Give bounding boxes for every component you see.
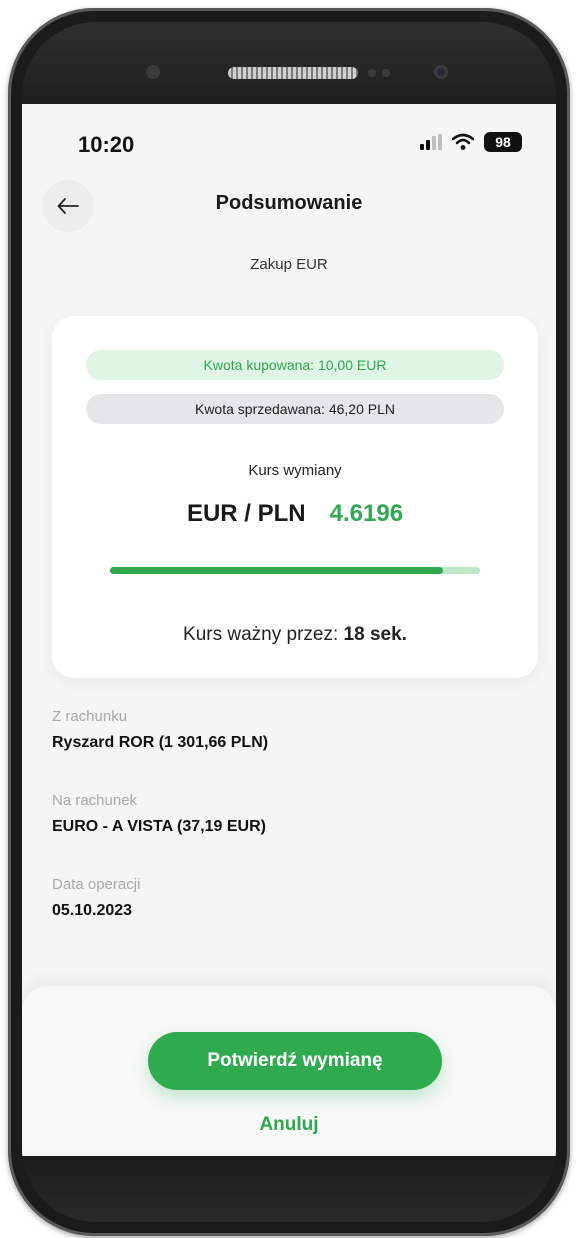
page-subtitle: Zakup EUR [250, 256, 328, 273]
earpiece-speaker [228, 67, 358, 79]
front-sensor [146, 65, 160, 79]
rate-timer-progress [110, 567, 480, 574]
exchange-rate-value: 4.6196 [329, 500, 404, 527]
sell-amount-badge: Kwota sprzedawana: 46,20 PLN [86, 394, 504, 424]
top-bezel [22, 22, 556, 104]
rate-label: Kurs wymiany [248, 462, 342, 479]
page-title: Podsumowanie [215, 192, 363, 214]
phone-body: 10:20 98 Podsumowanie Zakup EUR Kwota ku… [22, 22, 556, 1222]
confirm-exchange-button[interactable]: Potwierdź wymianę [148, 1032, 442, 1090]
cancel-link[interactable]: Anuluj [22, 1114, 556, 1136]
app-screen: 10:20 98 Podsumowanie Zakup EUR Kwota ku… [22, 104, 556, 1156]
validity-countdown: 18 sek. [343, 624, 407, 645]
operation-date-label: Data operacji [52, 876, 141, 893]
currency-pair: EUR / PLN [186, 500, 306, 527]
signal-icon [420, 134, 442, 150]
wifi-icon [452, 133, 474, 150]
rate-validity: Kurs ważny przez: 18 sek. [52, 624, 538, 646]
phone-frame: 10:20 98 Podsumowanie Zakup EUR Kwota ku… [8, 8, 570, 1236]
front-camera [434, 65, 448, 79]
ambient-sensor [382, 69, 390, 77]
to-account-value: EURO - A VISTA (37,19 EUR) [52, 818, 266, 835]
status-icons: 98 [420, 132, 522, 152]
proximity-sensor [368, 69, 376, 77]
buy-amount-badge: Kwota kupowana: 10,00 EUR [86, 350, 504, 380]
operation-date-value: 05.10.2023 [52, 902, 133, 919]
rate-timer-fill [110, 567, 443, 574]
battery-icon: 98 [484, 132, 522, 152]
rate-row: EUR / PLN 4.6196 [52, 500, 538, 528]
from-account-label: Z rachunku [52, 708, 128, 725]
exchange-summary-card: Kwota kupowana: 10,00 EUR Kwota sprzedaw… [52, 316, 538, 678]
to-account-label: Na rachunek [52, 792, 138, 809]
status-time: 10:20 [78, 132, 135, 157]
bottom-bezel [22, 1156, 556, 1222]
from-account-value: Ryszard ROR (1 301,66 PLN) [52, 734, 269, 751]
validity-label: Kurs ważny przez: [183, 624, 339, 645]
